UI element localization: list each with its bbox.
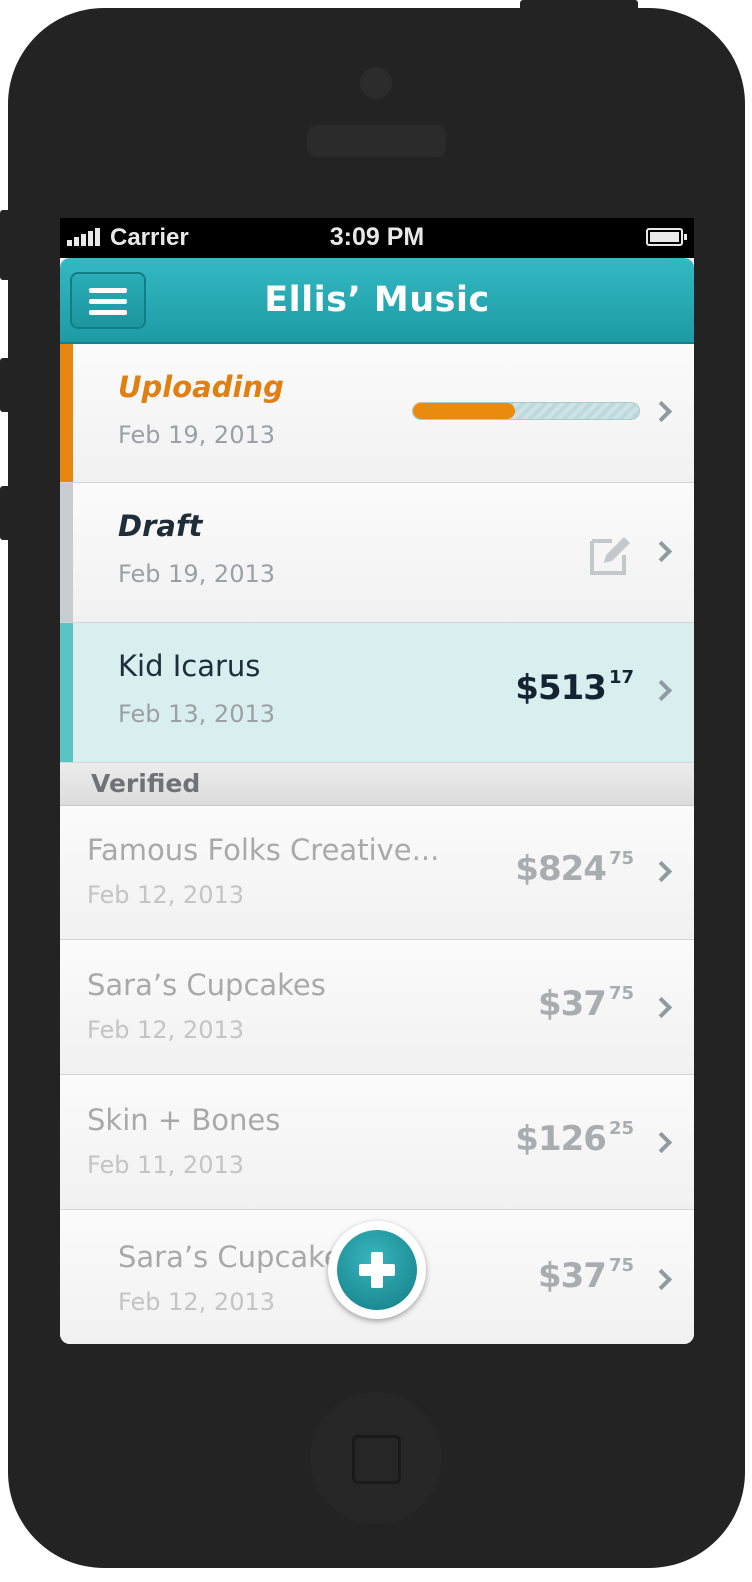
item-title: Skin + Bones (87, 1103, 281, 1137)
item-title: Draft (118, 509, 203, 543)
price-dollars: $37 (537, 984, 607, 1024)
add-button[interactable] (328, 1221, 426, 1319)
status-accent-bar (60, 344, 73, 482)
upload-progress-fill (413, 403, 515, 419)
navigation-bar: Ellis’ Music (60, 258, 694, 344)
price-dollars: $126 (515, 1119, 607, 1159)
section-header-verified: Verified (60, 763, 694, 806)
item-date: Feb 12, 2013 (87, 1016, 244, 1044)
chevron-right-icon (650, 1131, 673, 1154)
item-title: Sara’s Cupcakes (87, 968, 326, 1002)
app-screen: Carrier 3:09 PM Ellis’ Music Uploading F… (60, 218, 694, 1344)
item-price: $126 25 (515, 1118, 634, 1159)
item-price: $513 17 (515, 667, 634, 708)
upload-progress-bar (412, 402, 640, 420)
item-date: Feb 13, 2013 (118, 700, 275, 728)
item-price: $824 75 (515, 848, 634, 889)
list-item-verified[interactable]: Skin + Bones Feb 11, 2013 $126 25 (60, 1075, 694, 1210)
list-item-draft[interactable]: Draft Feb 19, 2013 (60, 483, 694, 623)
item-title: Uploading (118, 370, 284, 404)
plus-icon (337, 1230, 417, 1310)
list-item-verified[interactable]: Famous Folks Creative... Feb 12, 2013 $8… (60, 806, 694, 940)
page-title: Ellis’ Music (264, 280, 490, 320)
chevron-right-icon (650, 860, 673, 883)
item-date: Feb 19, 2013 (118, 421, 275, 449)
list-item-kid-icarus[interactable]: Kid Icarus Feb 13, 2013 $513 17 (60, 623, 694, 763)
chevron-right-icon (650, 400, 673, 423)
item-date: Feb 19, 2013 (118, 560, 275, 588)
home-square-icon (352, 1435, 401, 1484)
item-title: Famous Folks Creative... (87, 833, 440, 867)
status-time: 3:09 PM (329, 223, 425, 251)
chevron-right-icon (650, 679, 673, 702)
chevron-right-icon (650, 540, 673, 563)
price-cents: 75 (608, 983, 634, 1004)
price-dollars: $37 (537, 1256, 607, 1296)
status-accent-bar (60, 483, 73, 622)
price-cents: 75 (608, 1255, 634, 1276)
battery-icon (646, 228, 687, 246)
item-date: Feb 12, 2013 (118, 1288, 275, 1316)
edit-icon (590, 537, 630, 575)
price-dollars: $824 (515, 849, 607, 889)
status-accent-bar (60, 623, 73, 762)
item-price: $37 75 (538, 983, 634, 1024)
section-label: Verified (91, 769, 201, 798)
price-cents: 17 (608, 667, 634, 688)
chevron-right-icon (650, 1268, 673, 1291)
list-item-verified[interactable]: Sara’s Cupcakes Feb 12, 2013 $37 75 (60, 940, 694, 1075)
earpiece-speaker (307, 125, 446, 157)
item-title: Sara’s Cupcakes (118, 1240, 357, 1274)
list-item-uploading[interactable]: Uploading Feb 19, 2013 (60, 344, 694, 483)
price-cents: 75 (608, 848, 634, 869)
front-camera (360, 67, 392, 99)
price-cents: 25 (608, 1118, 634, 1139)
price-dollars: $513 (515, 668, 607, 708)
item-date: Feb 11, 2013 (87, 1151, 244, 1179)
status-bar: Carrier 3:09 PM (60, 218, 694, 258)
item-date: Feb 12, 2013 (87, 881, 244, 909)
item-title: Kid Icarus (118, 649, 261, 683)
item-price: $37 75 (538, 1255, 634, 1296)
chevron-right-icon (650, 996, 673, 1019)
